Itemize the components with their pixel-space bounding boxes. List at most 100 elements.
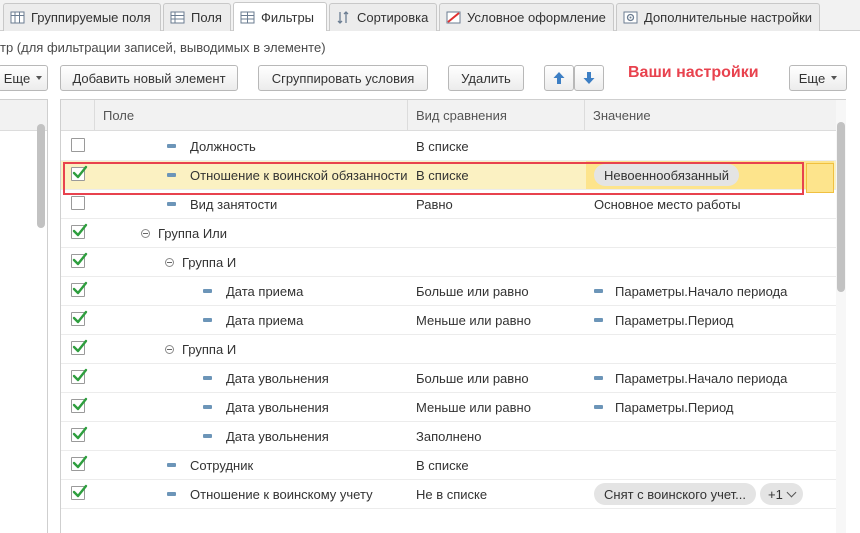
comparison-cell[interactable]: Заполнено: [416, 422, 481, 450]
checkbox-checked[interactable]: [71, 339, 88, 355]
checkbox-checked[interactable]: [71, 426, 88, 442]
checkbox-checked[interactable]: [71, 165, 88, 181]
collapse-icon[interactable]: [141, 228, 150, 238]
tab-grouped-fields[interactable]: Группируемые поля: [3, 3, 161, 31]
group-conditions-label: Сгруппировать условия: [271, 70, 415, 86]
field-cell[interactable]: Группа И: [165, 248, 236, 276]
value-text: Параметры.Начало периода: [615, 283, 788, 299]
field-name: Дата приема: [226, 283, 304, 299]
comparison-cell[interactable]: Не в списке: [416, 480, 487, 508]
checkbox-unchecked[interactable]: [71, 138, 85, 152]
parameter-icon: [594, 289, 603, 293]
checkbox-unchecked[interactable]: [71, 196, 85, 210]
delete-button[interactable]: Удалить: [448, 65, 524, 91]
value-cell[interactable]: [586, 422, 834, 450]
table-row[interactable]: Дата увольнения Больше или равно Параметры…: [61, 364, 845, 393]
grid-scrollbar-thumb[interactable]: [837, 122, 845, 292]
checkbox-checked[interactable]: [71, 484, 88, 500]
table-row[interactable]: Сотрудник В списке: [61, 451, 845, 480]
checkbox-checked[interactable]: [71, 397, 88, 413]
value-pill[interactable]: Невоеннообязанный: [594, 164, 740, 186]
tab-sorting[interactable]: Сортировка: [329, 3, 437, 31]
value-cell[interactable]: [586, 335, 834, 363]
value-cell[interactable]: Параметры.Период: [586, 393, 834, 421]
group-conditions-button[interactable]: Сгруппировать условия: [258, 65, 428, 91]
tab-fields[interactable]: Поля: [163, 3, 231, 31]
comparison-cell[interactable]: В списке: [416, 451, 469, 479]
column-header-field[interactable]: Поле: [95, 100, 408, 131]
more-left-label: Еще: [3, 70, 31, 86]
field-cell[interactable]: Дата увольнения: [203, 393, 329, 421]
checkbox-checked[interactable]: [71, 455, 88, 471]
table-row[interactable]: Отношение к воинскому учету Не в списке Сн…: [61, 480, 845, 509]
move-up-button[interactable]: [544, 65, 574, 91]
field-cell[interactable]: Отношение к воинскому учету: [167, 480, 373, 508]
field-cell[interactable]: Вид занятости: [167, 190, 277, 218]
checkbox-checked[interactable]: [71, 281, 88, 297]
value-cell[interactable]: Параметры.Начало периода: [586, 364, 834, 392]
arrow-down-icon: [582, 71, 596, 85]
comparison-cell[interactable]: Больше или равно: [416, 364, 529, 392]
field-cell[interactable]: Дата приема: [203, 306, 303, 334]
column-header-value[interactable]: Значение: [585, 100, 835, 131]
comparison-cell[interactable]: Равно: [416, 190, 453, 218]
table-row[interactable]: Должность В списке: [61, 132, 845, 161]
left-pane: [0, 99, 48, 533]
checkbox-checked[interactable]: [71, 310, 88, 326]
field-cell[interactable]: Должность: [167, 132, 256, 160]
field-cell[interactable]: Сотрудник: [167, 451, 253, 479]
value-cell[interactable]: Снят с воинского учет... +1: [586, 480, 834, 508]
header-checkbox-col: [61, 100, 95, 131]
value-cell[interactable]: [586, 132, 834, 160]
conditional-format-icon: [446, 10, 461, 25]
table-row[interactable]: Группа И: [61, 248, 845, 277]
left-pane-scrollbar[interactable]: [37, 124, 45, 228]
tab-filters[interactable]: Фильтры: [233, 2, 327, 31]
column-header-comparison[interactable]: Вид сравнения: [408, 100, 585, 131]
collapse-icon[interactable]: [165, 257, 174, 267]
more-left-button[interactable]: Еще: [0, 65, 48, 91]
value-cell[interactable]: [586, 219, 834, 247]
chevron-down-icon: [831, 76, 838, 80]
checkbox-checked[interactable]: [71, 368, 88, 384]
add-new-element-button[interactable]: Добавить новый элемент: [60, 65, 238, 91]
collapse-icon[interactable]: [165, 344, 174, 354]
value-cell[interactable]: Параметры.Начало периода: [586, 277, 834, 305]
field-cell[interactable]: Дата увольнения: [203, 364, 329, 392]
table-row[interactable]: Вид занятости Равно Основное место работы: [61, 190, 845, 219]
value-cell[interactable]: Параметры.Период: [586, 306, 834, 334]
comparison-cell[interactable]: В списке: [416, 161, 469, 189]
value-cell[interactable]: Невоеннообязанный: [586, 161, 834, 189]
field-icon: [167, 144, 176, 148]
field-cell[interactable]: Группа Или: [141, 219, 227, 247]
grid-scrollbar[interactable]: [836, 100, 846, 533]
comparison-cell[interactable]: Меньше или равно: [416, 393, 531, 421]
value-cell[interactable]: [586, 451, 834, 479]
more-values-pill[interactable]: +1: [760, 483, 803, 505]
comparison-cell[interactable]: Больше или равно: [416, 277, 529, 305]
comparison-cell[interactable]: В списке: [416, 132, 469, 160]
field-cell[interactable]: Дата увольнения: [203, 422, 329, 450]
checkbox-checked[interactable]: [71, 223, 88, 239]
comparison-cell[interactable]: Меньше или равно: [416, 306, 531, 334]
more-right-button[interactable]: Еще: [789, 65, 847, 91]
field-cell[interactable]: Дата приема: [203, 277, 303, 305]
table-row[interactable]: Дата увольнения Заполнено: [61, 422, 845, 451]
value-cell[interactable]: Основное место работы: [586, 190, 834, 218]
move-down-button[interactable]: [574, 65, 604, 91]
value-cell[interactable]: [586, 248, 834, 276]
table-row[interactable]: Дата приема Больше или равно Параметры.Нач…: [61, 277, 845, 306]
selected-row-edge-cell: [806, 163, 834, 193]
checkbox-checked[interactable]: [71, 252, 88, 268]
table-row[interactable]: Группа Или: [61, 219, 845, 248]
field-cell[interactable]: Отношение к воинской обязанности: [167, 161, 408, 189]
table-row[interactable]: Отношение к воинской обязанности В списке…: [61, 161, 845, 190]
value-pill[interactable]: Снят с воинского учет...: [594, 483, 756, 505]
table-row[interactable]: Дата приема Меньше или равно Параметры.Пер…: [61, 306, 845, 335]
tab-additional-settings[interactable]: Дополнительные настройки: [616, 3, 820, 31]
grid-icon: [10, 10, 25, 25]
field-cell[interactable]: Группа И: [165, 335, 236, 363]
tab-conditional-format[interactable]: Условное оформление: [439, 3, 614, 31]
table-row[interactable]: Дата увольнения Меньше или равно Параметры…: [61, 393, 845, 422]
table-row[interactable]: Группа И: [61, 335, 845, 364]
